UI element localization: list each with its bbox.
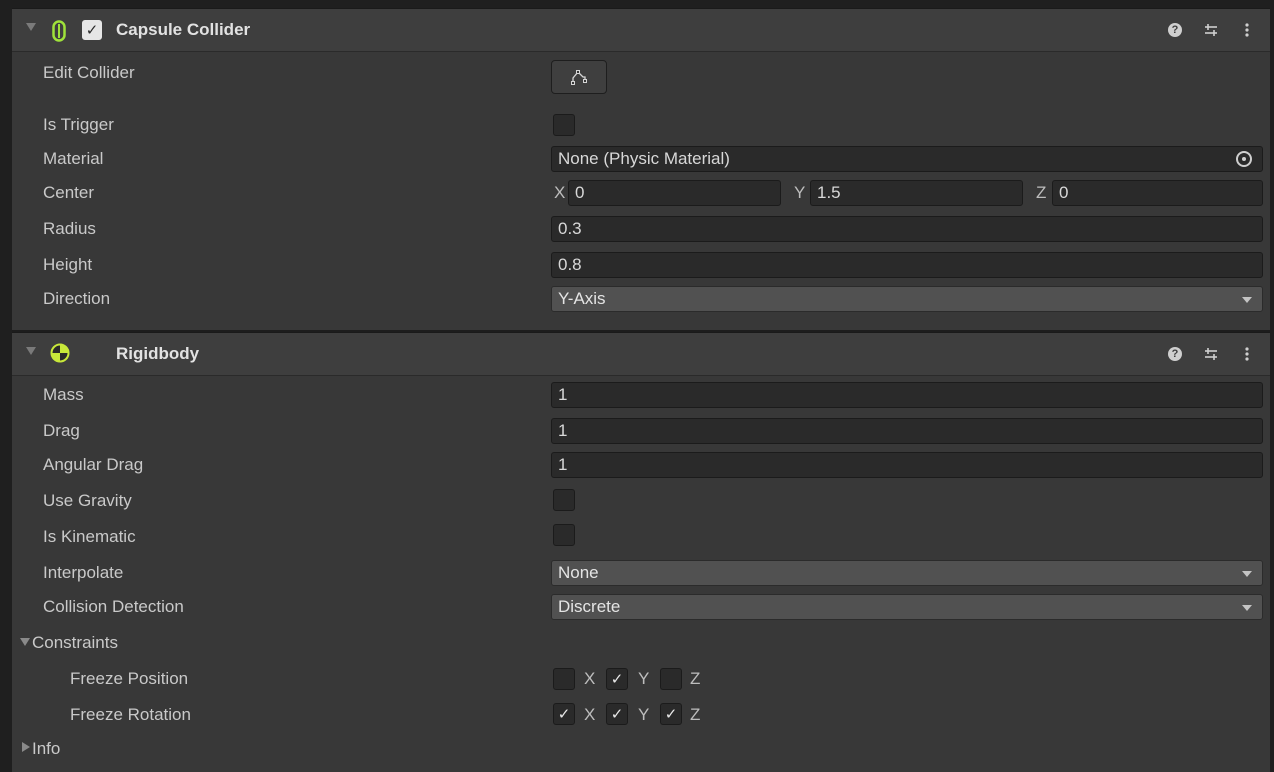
collision-detection-row: Collision Detection Discrete (12, 590, 1270, 624)
center-y-field[interactable]: 1.5 (810, 180, 1023, 206)
edit-collider-row: Edit Collider (12, 56, 1270, 102)
height-label: Height (43, 255, 93, 274)
interpolate-value: None (558, 563, 599, 582)
is-trigger-row: Is Trigger (12, 108, 1270, 142)
height-field[interactable]: 0.8 (551, 252, 1263, 278)
component-title: Capsule Collider (116, 20, 251, 39)
freeze-position-x-label: X (584, 669, 596, 688)
material-value: None (Physic Material) (558, 149, 730, 168)
top-border (0, 0, 1274, 8)
collision-detection-value: Discrete (558, 597, 621, 616)
help-icon[interactable]: ? (1166, 345, 1184, 363)
mass-field[interactable]: 1 (551, 382, 1263, 408)
radius-field[interactable]: 0.3 (551, 216, 1263, 242)
use-gravity-checkbox[interactable] (553, 489, 575, 511)
freeze-rotation-z-checkbox[interactable]: ✓ (660, 703, 682, 725)
freeze-position-label: Freeze Position (70, 669, 189, 688)
radius-row: Radius 0.3 (12, 212, 1270, 246)
collision-detection-label: Collision Detection (43, 597, 184, 616)
chevron-down-icon (1242, 297, 1252, 303)
info-foldout[interactable]: Info (12, 732, 1270, 766)
capsule-collider-header[interactable]: ✓ Capsule Collider ? (12, 8, 1270, 52)
presets-icon[interactable] (1202, 345, 1220, 363)
freeze-rotation-label: Freeze Rotation (70, 705, 191, 724)
inspector-panel: ✓ Capsule Collider ? Edit Collider Is Tr… (0, 0, 1274, 772)
material-row: Material None (Physic Material) (12, 142, 1270, 176)
center-label: Center (43, 183, 95, 202)
chevron-down-icon (1242, 571, 1252, 577)
freeze-position-row: Freeze Position X ✓ Y Z (12, 662, 1270, 696)
direction-label: Direction (43, 289, 111, 308)
freeze-rotation-x-label: X (584, 705, 596, 724)
interpolate-dropdown[interactable]: None (551, 560, 1263, 586)
is-trigger-checkbox[interactable] (553, 114, 575, 136)
rigidbody-header[interactable]: Rigidbody ? (12, 332, 1270, 376)
rigidbody-icon (50, 343, 70, 363)
material-field[interactable]: None (Physic Material) (551, 146, 1263, 172)
foldout-arrow-icon[interactable] (20, 638, 30, 646)
right-border (1270, 0, 1274, 772)
center-z-field[interactable]: 0 (1052, 180, 1263, 206)
mass-label: Mass (43, 385, 84, 404)
edit-collider-button[interactable] (551, 60, 607, 94)
kebab-menu-icon[interactable] (1238, 21, 1256, 39)
angular-drag-row: Angular Drag 1 (12, 448, 1270, 482)
is-kinematic-checkbox[interactable] (553, 524, 575, 546)
info-label: Info (32, 739, 61, 758)
use-gravity-row: Use Gravity (12, 484, 1270, 518)
center-z-axis-label[interactable]: Z (1036, 183, 1046, 203)
freeze-position-x-checkbox[interactable] (553, 668, 575, 690)
material-label: Material (43, 149, 104, 168)
collision-detection-dropdown[interactable]: Discrete (551, 594, 1263, 620)
center-y-axis-label[interactable]: Y (794, 183, 805, 203)
constraints-label: Constraints (32, 633, 118, 652)
freeze-rotation-y-checkbox[interactable]: ✓ (606, 703, 628, 725)
direction-row: Direction Y-Axis (12, 282, 1270, 316)
chevron-down-icon (1242, 605, 1252, 611)
presets-icon[interactable] (1202, 21, 1220, 39)
component-title: Rigidbody (116, 344, 200, 363)
freeze-rotation-z-label: Z (690, 705, 701, 724)
is-kinematic-label: Is Kinematic (43, 527, 136, 546)
freeze-position-y-label: Y (638, 669, 650, 688)
help-icon[interactable]: ? (1166, 21, 1184, 39)
object-picker-icon[interactable] (1236, 151, 1252, 167)
is-trigger-label: Is Trigger (43, 115, 114, 134)
freeze-position-z-checkbox[interactable] (660, 668, 682, 690)
radius-label: Radius (43, 219, 96, 238)
edit-collider-icon (571, 70, 587, 85)
mass-row: Mass 1 (12, 378, 1270, 412)
foldout-arrow-icon[interactable] (22, 742, 30, 752)
drag-row: Drag 1 (12, 414, 1270, 448)
interpolate-row: Interpolate None (12, 556, 1270, 590)
freeze-rotation-row: Freeze Rotation ✓ X ✓ Y ✓ Z (12, 698, 1270, 732)
center-x-field[interactable]: 0 (568, 180, 781, 206)
kebab-menu-icon[interactable] (1238, 345, 1256, 363)
freeze-position-y-checkbox[interactable]: ✓ (606, 668, 628, 690)
left-border (0, 0, 12, 772)
direction-dropdown[interactable]: Y-Axis (551, 286, 1263, 312)
direction-value: Y-Axis (558, 289, 606, 308)
foldout-arrow-icon[interactable] (26, 347, 36, 355)
foldout-arrow-icon[interactable] (26, 23, 36, 31)
interpolate-label: Interpolate (43, 563, 124, 582)
drag-field[interactable]: 1 (551, 418, 1263, 444)
freeze-rotation-x-checkbox[interactable]: ✓ (553, 703, 575, 725)
edit-collider-label: Edit Collider (43, 63, 135, 82)
constraints-foldout[interactable]: Constraints (12, 626, 1270, 660)
is-kinematic-row: Is Kinematic (12, 520, 1270, 554)
capsule-collider-icon (52, 20, 66, 42)
center-x-axis-label[interactable]: X (554, 183, 565, 203)
use-gravity-label: Use Gravity (43, 491, 132, 510)
freeze-position-z-label: Z (690, 669, 701, 688)
center-row: Center X 0 Y 1.5 Z 0 (12, 176, 1270, 210)
freeze-rotation-y-label: Y (638, 705, 650, 724)
angular-drag-field[interactable]: 1 (551, 452, 1263, 478)
capsule-enabled-checkbox[interactable]: ✓ (82, 20, 102, 40)
angular-drag-label: Angular Drag (43, 455, 144, 474)
height-row: Height 0.8 (12, 248, 1270, 282)
drag-label: Drag (43, 421, 80, 440)
